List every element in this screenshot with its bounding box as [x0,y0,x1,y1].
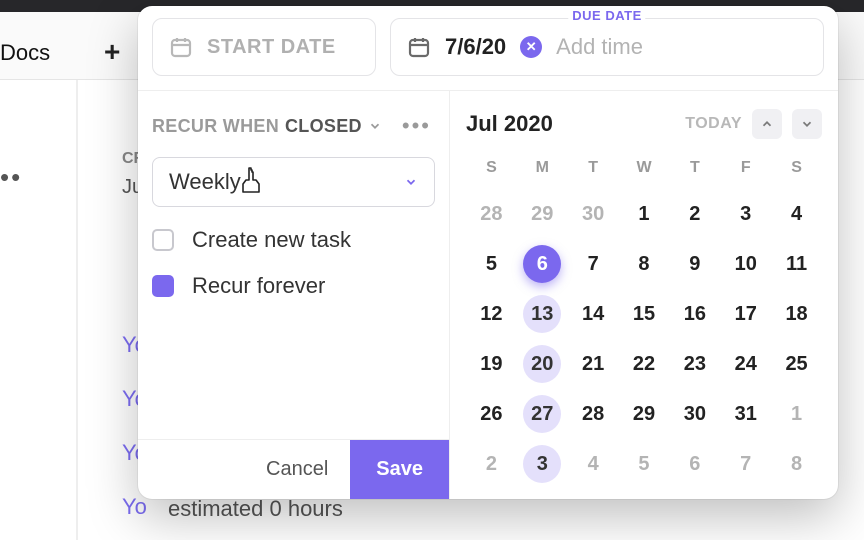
calendar-day[interactable]: 23 [669,343,720,385]
calendar-month-label: Jul 2020 [466,111,553,137]
chevron-up-icon [760,117,774,131]
calendar-day[interactable]: 14 [568,293,619,335]
start-date-field[interactable]: START DATE [152,18,376,76]
frequency-value: Weekly [169,169,241,195]
calendar-day[interactable]: 21 [568,343,619,385]
calendar-day[interactable]: 12 [466,293,517,335]
recur-trigger-dropdown[interactable]: RECUR WHEN CLOSED [152,116,382,137]
frequency-dropdown[interactable]: Weekly [152,157,435,207]
calendar-dow: W [619,151,670,185]
calendar-day[interactable]: 8 [619,243,670,285]
calendar-day[interactable]: 2 [669,193,720,235]
calendar-day[interactable]: 29 [619,393,670,435]
calendar-day[interactable]: 25 [771,343,822,385]
calendar-day[interactable]: 15 [619,293,670,335]
next-month-button[interactable] [792,109,822,139]
start-date-placeholder: START DATE [207,36,336,59]
calendar-day[interactable]: 27 [517,393,568,435]
chevron-down-icon [368,119,382,133]
due-date-value: 7/6/20 [445,34,506,60]
add-time-button[interactable]: Add time [556,34,643,60]
recur-title-prefix: RECUR WHEN [152,116,279,137]
calendar-day[interactable]: 8 [771,443,822,485]
calendar-day[interactable]: 4 [771,193,822,235]
calendar-icon [407,35,431,59]
bg-divider [76,80,78,540]
calendar-day[interactable]: 11 [771,243,822,285]
calendar-day[interactable]: 30 [669,393,720,435]
checkbox[interactable] [152,275,174,297]
save-button[interactable]: Save [350,440,449,499]
calendar-day[interactable]: 10 [720,243,771,285]
calendar-grid: SMTWTFS282930123456789101112131415161718… [466,151,822,485]
calendar-day[interactable]: 13 [517,293,568,335]
prev-month-button[interactable] [752,109,782,139]
date-recurrence-popover: START DATE DUE DATE 7/6/20 ✕ Add time RE… [138,6,838,499]
clear-due-date-button[interactable]: ✕ [520,36,542,58]
chevron-down-icon [404,175,418,189]
recur-forever-label: Recur forever [192,273,325,299]
date-row: START DATE DUE DATE 7/6/20 ✕ Add time [138,6,838,90]
due-date-field[interactable]: DUE DATE 7/6/20 ✕ Add time [390,18,824,76]
recur-more-button[interactable]: ••• [398,109,435,143]
today-button[interactable]: TODAY [685,115,742,133]
calendar-day[interactable]: 20 [517,343,568,385]
due-date-label: DUE DATE [568,8,645,23]
calendar-dow: T [568,151,619,185]
recurrence-pane: RECUR WHEN CLOSED ••• Weekly Create new … [138,91,450,499]
calendar-day[interactable]: 6 [517,243,568,285]
chevron-down-icon [800,117,814,131]
calendar-day[interactable]: 28 [466,193,517,235]
calendar-day[interactable]: 17 [720,293,771,335]
calendar-day[interactable]: 29 [517,193,568,235]
calendar-day[interactable]: 24 [720,343,771,385]
calendar-day[interactable]: 30 [568,193,619,235]
bg-activity-text: estimated 0 hours [168,496,343,522]
calendar-day[interactable]: 6 [669,443,720,485]
calendar-pane: Jul 2020 TODAY SMTWTFS282930123456789101… [450,91,838,499]
calendar-day[interactable]: 31 [720,393,771,435]
calendar-day[interactable]: 19 [466,343,517,385]
create-new-task-option[interactable]: Create new task [138,227,449,253]
calendar-day[interactable]: 18 [771,293,822,335]
calendar-day[interactable]: 3 [720,193,771,235]
calendar-day[interactable]: 9 [669,243,720,285]
calendar-day[interactable]: 16 [669,293,720,335]
calendar-dow: M [517,151,568,185]
cancel-button[interactable]: Cancel [244,440,350,499]
calendar-day[interactable]: 7 [568,243,619,285]
calendar-dow: S [466,151,517,185]
calendar-day[interactable]: 1 [619,193,670,235]
calendar-icon [169,35,193,59]
recur-forever-option[interactable]: Recur forever [138,273,449,299]
calendar-day[interactable]: 3 [517,443,568,485]
calendar-day[interactable]: 4 [568,443,619,485]
bg-docs-tab[interactable]: Docs [0,40,50,66]
calendar-day[interactable]: 1 [771,393,822,435]
checkbox[interactable] [152,229,174,251]
calendar-dow: S [771,151,822,185]
bg-more-icon[interactable]: •• [0,162,22,193]
create-new-task-label: Create new task [192,227,351,253]
calendar-day[interactable]: 22 [619,343,670,385]
calendar-day[interactable]: 28 [568,393,619,435]
calendar-dow: T [669,151,720,185]
calendar-day[interactable]: 5 [619,443,670,485]
calendar-dow: F [720,151,771,185]
calendar-day[interactable]: 26 [466,393,517,435]
bg-add-button[interactable]: + [104,36,120,68]
calendar-day[interactable]: 5 [466,243,517,285]
recur-title-value: CLOSED [285,116,362,137]
calendar-day[interactable]: 7 [720,443,771,485]
calendar-day[interactable]: 2 [466,443,517,485]
recurrence-footer: Cancel Save [138,439,449,499]
